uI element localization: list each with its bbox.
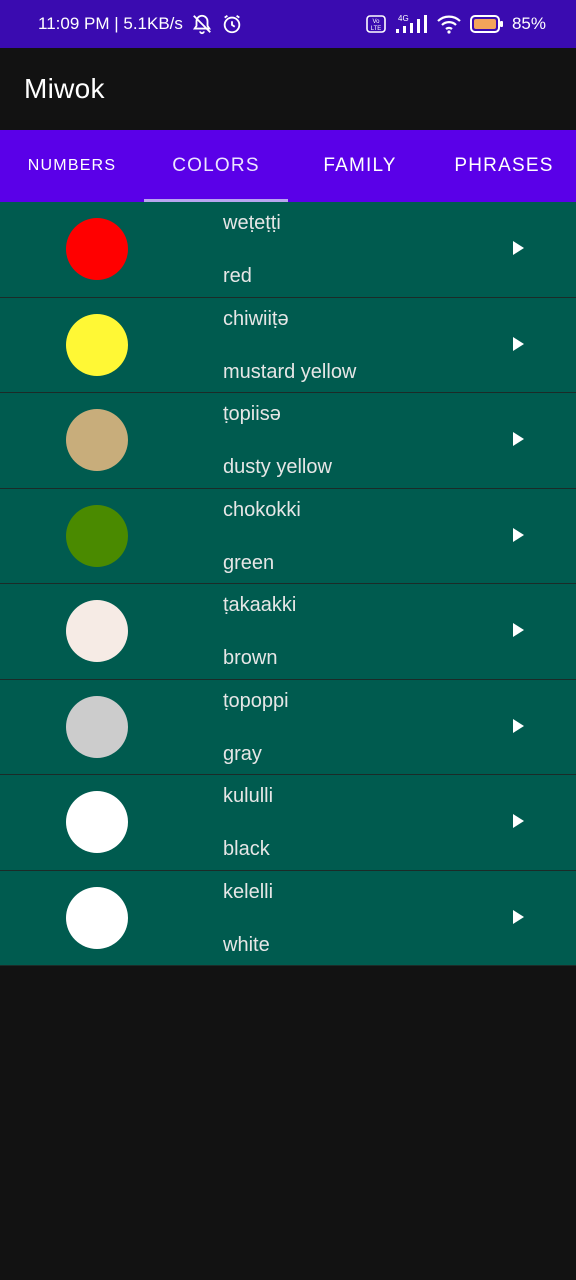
miwok-word: ṭakaakki [223, 594, 297, 616]
battery-percent: 85% [511, 14, 546, 33]
play-icon[interactable] [510, 431, 526, 447]
list-item[interactable]: chokokki green [0, 488, 576, 584]
english-word: mustard yellow [223, 360, 357, 383]
list-item[interactable]: kelelli white [0, 870, 576, 966]
tab-label: NUMBERS [27, 157, 117, 174]
svg-text:Vo: Vo [372, 19, 380, 25]
english-word: white [223, 933, 270, 956]
color-swatch [66, 504, 128, 567]
tab-label: PHRASES [454, 155, 554, 176]
english-word: brown [223, 647, 278, 669]
miwok-word: chiwiiṭə [223, 307, 289, 330]
miwok-word: weṭeṭṭi [223, 212, 281, 234]
miwok-word: chokokki [223, 498, 301, 521]
color-swatch [66, 313, 128, 376]
english-word: black [223, 838, 270, 860]
status-bar: 11:09 PM | 5.1KB/s Vo LTE 4G 85% [0, 0, 576, 48]
list-item[interactable]: ṭopoppi gray [0, 679, 576, 775]
tab-bar: NUMBERS COLORS FAMILY PHRASES [0, 130, 576, 202]
play-icon[interactable] [510, 718, 526, 734]
tab-label: FAMILY [323, 155, 397, 176]
list-item[interactable]: ṭopiisə dusty yellow [0, 393, 576, 489]
svg-text:4G: 4G [398, 14, 409, 23]
list-item[interactable]: chiwiiṭə mustard yellow [0, 297, 576, 393]
signal-icon: 4G [394, 13, 428, 35]
tab-colors[interactable]: COLORS [144, 130, 288, 202]
tab-numbers[interactable]: NUMBERS [0, 130, 144, 202]
app-title: Miwok [24, 73, 105, 104]
status-time-speed: 11:09 PM | 5.1KB/s [38, 14, 183, 33]
alarm-icon [221, 13, 243, 35]
tab-family[interactable]: FAMILY [288, 130, 432, 202]
bell-off-icon [191, 13, 213, 35]
miwok-word: kululli [223, 785, 274, 807]
play-icon[interactable] [510, 336, 526, 352]
volte-icon: Vo LTE [366, 14, 386, 34]
app-bar: Miwok [0, 48, 576, 130]
word-list: weṭeṭṭi red chiwiiṭə mustard yellow ṭopi… [0, 202, 576, 966]
list-item[interactable]: kululli black [0, 775, 576, 871]
list-item[interactable]: ṭakaakki brown [0, 584, 576, 680]
play-icon[interactable] [510, 527, 526, 543]
english-word: red [223, 265, 252, 287]
english-word: dusty yellow [223, 456, 332, 478]
status-left: 11:09 PM | 5.1KB/s [38, 13, 243, 35]
color-swatch [66, 886, 128, 949]
miwok-word: ṭopiisə [223, 403, 281, 425]
wifi-icon [436, 13, 462, 35]
svg-text:LTE: LTE [371, 26, 382, 32]
color-swatch [66, 791, 128, 853]
color-swatch [66, 695, 128, 758]
play-icon[interactable] [510, 240, 526, 256]
miwok-word: kelelli [223, 880, 274, 903]
color-swatch [66, 218, 128, 280]
english-word: gray [223, 742, 262, 765]
color-swatch [66, 409, 128, 471]
play-icon[interactable] [510, 622, 526, 638]
english-word: green [223, 551, 275, 574]
miwok-word: ṭopoppi [223, 689, 289, 712]
color-swatch [66, 600, 128, 662]
list-item[interactable]: weṭeṭṭi red [0, 202, 576, 298]
tab-label: COLORS [172, 155, 260, 176]
play-icon[interactable] [510, 909, 526, 925]
play-icon[interactable] [510, 813, 526, 829]
battery-icon [469, 14, 504, 34]
tab-phrases[interactable]: PHRASES [432, 130, 576, 202]
status-right: Vo LTE 4G 85% [366, 13, 546, 35]
